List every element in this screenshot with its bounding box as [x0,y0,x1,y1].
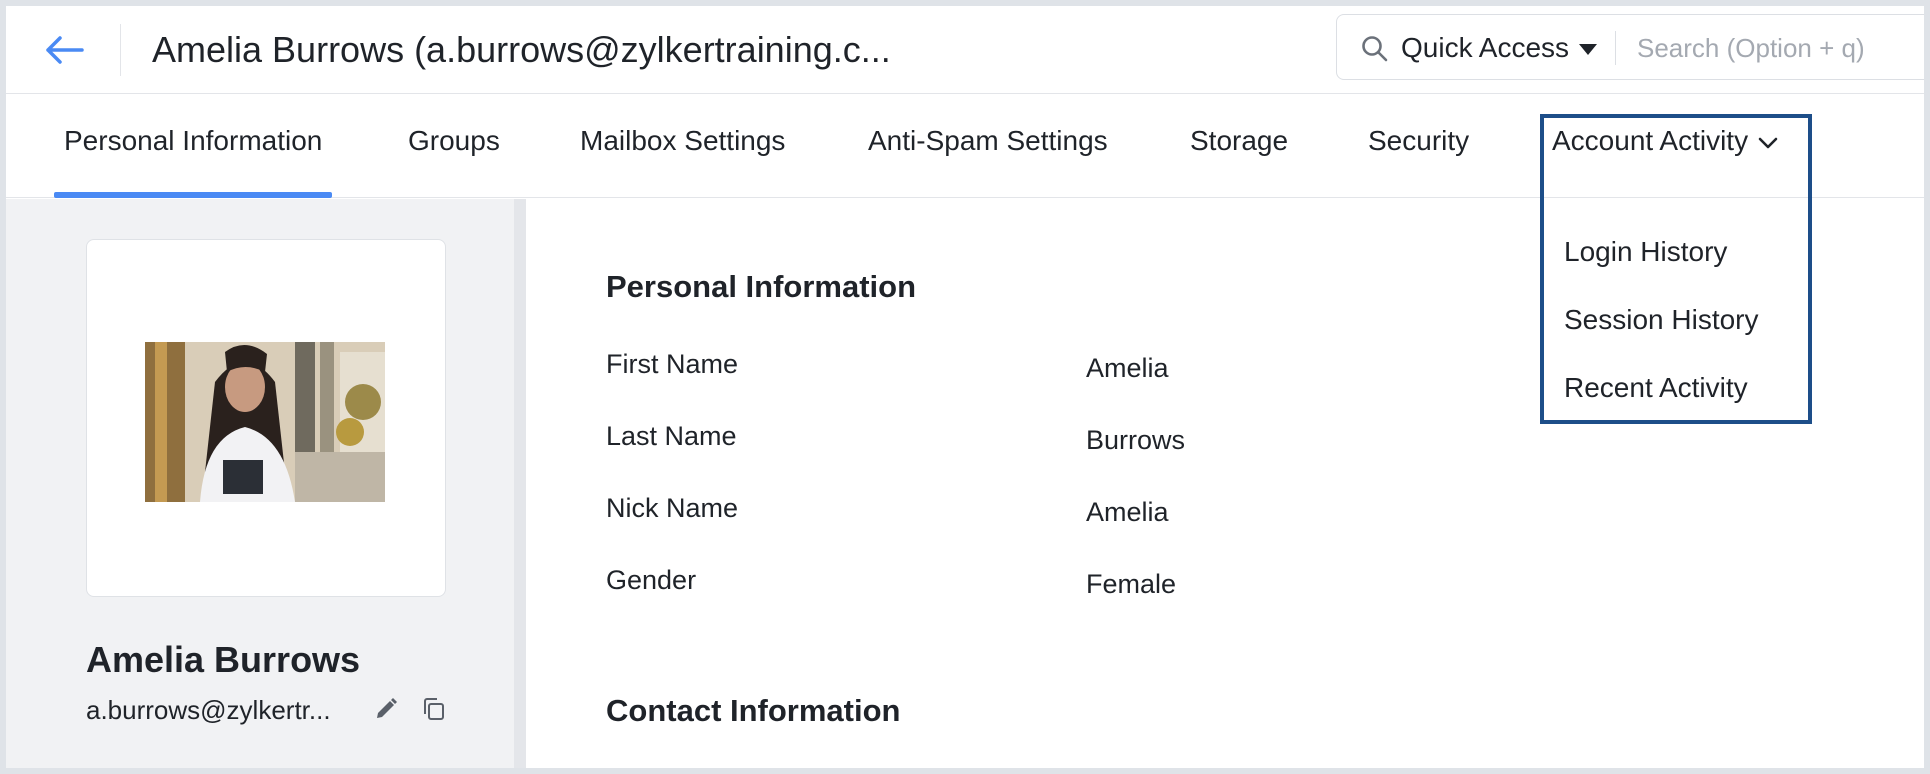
profile-panel: Amelia Burrows a.burrows@zylkertr... [6,199,514,768]
search-icon [1362,36,1388,62]
section-title-contact-information: Contact Information [606,693,901,728]
field-value-last-name: Burrows [1086,425,1186,455]
tab-groups[interactable]: Groups [408,94,500,198]
chevron-down-icon [1758,137,1778,148]
back-arrow-icon [46,36,84,64]
profile-photo [145,342,385,502]
menu-item-session-history[interactable]: Session History [1564,296,1759,344]
app-window: Amelia Burrows (a.burrows@zylkertraining… [6,6,1924,768]
field-label-gender: Gender [606,565,697,595]
field-label-last-name: Last Name [606,421,737,451]
field-value-gender: Female [1086,569,1177,599]
profile-email: a.burrows@zylkertr... [86,695,331,725]
field-value-nick-name: Amelia [1086,497,1169,527]
search-box[interactable]: Quick Access [1336,14,1924,80]
header-divider [120,24,121,76]
tab-account-activity[interactable]: Account Activity [1552,94,1778,198]
tab-bar: Personal Information Groups Mailbox Sett… [6,94,1924,198]
copy-icon[interactable] [422,697,446,721]
edit-icon[interactable] [374,697,398,721]
tab-personal-information[interactable]: Personal Information [53,94,333,198]
page-title: Amelia Burrows (a.burrows@zylkertraining… [152,29,891,70]
tab-mailbox-settings[interactable]: Mailbox Settings [580,94,785,198]
panel-divider [514,199,526,768]
field-label-first-name: First Name [606,349,739,379]
caret-down-icon [1579,44,1598,56]
tab-storage[interactable]: Storage [1190,94,1288,198]
search-input[interactable] [1637,25,1924,71]
profile-name: Amelia Burrows [86,639,361,680]
field-value-first-name: Amelia [1086,353,1169,383]
tab-anti-spam-settings[interactable]: Anti-Spam Settings [868,94,1108,198]
menu-item-recent-activity[interactable]: Recent Activity [1564,364,1748,412]
search-separator [1615,31,1616,65]
quick-access-dropdown[interactable]: Quick Access [1401,15,1598,81]
header-bar: Amelia Burrows (a.burrows@zylkertraining… [6,6,1924,94]
section-title-personal-information: Personal Information [606,269,917,304]
quick-access-label: Quick Access [1401,32,1570,63]
menu-item-login-history[interactable]: Login History [1564,228,1727,276]
account-activity-menu: Login History Session History Recent Act… [1544,198,1808,420]
profile-photo-card[interactable] [86,239,446,597]
back-button[interactable] [42,28,86,72]
field-label-nick-name: Nick Name [606,493,739,523]
tab-security[interactable]: Security [1368,94,1469,198]
